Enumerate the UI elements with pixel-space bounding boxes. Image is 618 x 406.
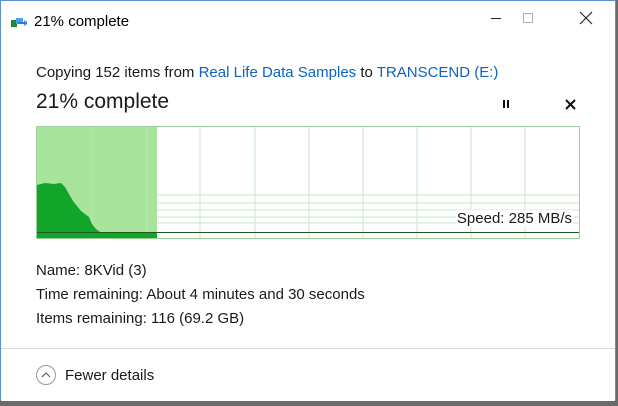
title-bar[interactable]: 21% complete — [1, 1, 615, 41]
minimize-icon — [490, 11, 502, 29]
chevron-up-icon — [36, 365, 56, 385]
current-file-name: Name: 8KVid (3) — [36, 262, 147, 279]
fewer-details-button[interactable]: Fewer details — [36, 365, 154, 385]
close-icon — [579, 11, 593, 30]
file-copy-icon — [11, 16, 27, 28]
window-title: 21% complete — [34, 13, 130, 30]
destination-drive-link[interactable]: TRANSCEND (E:) — [377, 64, 499, 81]
transfer-speed-graph: Speed: 285 MB/s — [36, 126, 580, 239]
maximize-button[interactable] — [505, 1, 551, 39]
pause-button[interactable] — [498, 98, 514, 112]
speed-readout: Speed: 285 MB/s — [455, 210, 573, 227]
source-folder-link[interactable]: Real Life Data Samples — [199, 64, 357, 81]
fewer-details-label: Fewer details — [65, 366, 155, 384]
progress-heading: 21% complete — [36, 90, 170, 113]
cancel-button[interactable] — [562, 98, 578, 114]
dialog-footer: Fewer details — [1, 349, 615, 401]
items-remaining: Items remaining: 116 (69.2 GB) — [36, 310, 245, 327]
time-remaining: Time remaining: About 4 minutes and 30 s… — [36, 286, 365, 303]
transfer-details: Name: 8KVid (3) Time remaining: About 4 … — [36, 259, 365, 331]
copy-summary: Copying 152 items from Real Life Data Sa… — [36, 64, 498, 81]
copy-progress-dialog: 21% complete Copying 152 items from Real… — [0, 0, 616, 401]
maximize-icon — [522, 11, 534, 29]
close-button[interactable] — [563, 1, 609, 39]
copy-prefix-text: Copying 152 items from — [36, 64, 199, 81]
pause-icon — [501, 96, 511, 114]
cancel-icon — [564, 97, 576, 115]
copy-middle-text: to — [356, 64, 377, 81]
